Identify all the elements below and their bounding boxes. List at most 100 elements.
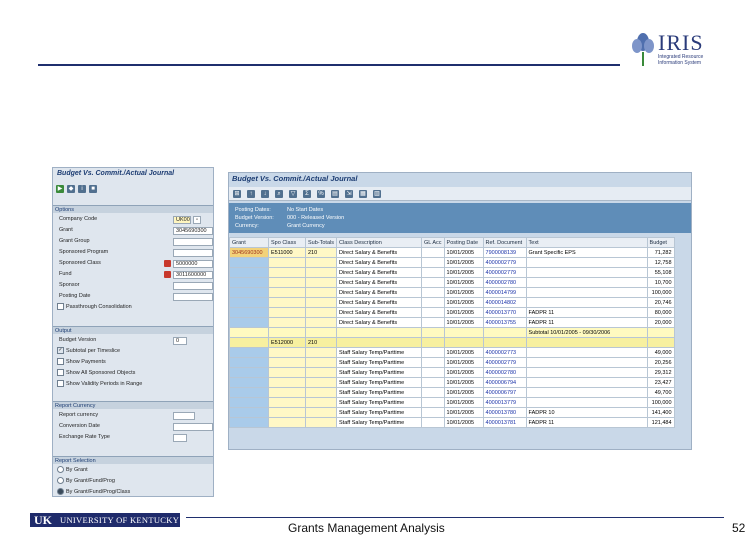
field-label: Grant [59, 227, 73, 233]
posting-date-cell: 10/01/2005 [443, 397, 484, 408]
sponsored-program-input[interactable] [173, 249, 213, 257]
sum-icon[interactable]: Σ [303, 189, 311, 198]
grant-group-input[interactable] [173, 238, 213, 246]
subtotal-icon[interactable]: % [317, 189, 325, 198]
sort-ascending-icon[interactable]: ↑ [247, 189, 255, 198]
ref-document-cell[interactable]: 4000013781 [482, 417, 527, 428]
table-row[interactable]: Direct Salary & Benefits 10/01/2005 400001… [229, 297, 675, 308]
show-all-sponsored-checkbox[interactable]: Show All Sponsored Objects [57, 369, 135, 378]
report-header-info: Posting Dates: No Start Dates Budget Ver… [229, 203, 691, 233]
details-icon[interactable]: ⊞ [233, 189, 241, 198]
ref-document-cell[interactable]: 4000013780 [482, 407, 527, 418]
multiple-selection-icon[interactable] [164, 260, 171, 267]
table-row[interactable]: Staff Salary Temp/Parttime 10/01/2005 4000… [229, 387, 675, 398]
ref-document-cell[interactable]: 4000006797 [482, 387, 527, 398]
table-row[interactable]: Staff Salary Temp/Parttime 10/01/2005 4000… [229, 357, 675, 368]
column-header[interactable]: Sub-Totals [305, 237, 337, 248]
checkbox[interactable] [57, 358, 64, 366]
table-row[interactable]: Staff Salary Temp/Parttime 10/01/2005 4000… [229, 397, 675, 408]
save-icon[interactable]: ■ [89, 185, 97, 193]
ref-document-cell[interactable]: 4000013770 [482, 307, 527, 318]
report-currency-input[interactable] [173, 412, 195, 420]
table-row[interactable]: Direct Salary & Benefits 10/01/2005 400001… [229, 317, 675, 328]
posting-date-cell: 10/01/2005 [443, 407, 484, 418]
report-output: Budget Vs. Commit./Actual Journal ⊞ ↑ ↓ … [228, 172, 692, 450]
table-row[interactable]: Staff Salary Temp/Parttime 10/01/2005 4000… [229, 377, 675, 388]
column-header[interactable]: Text [525, 237, 648, 248]
table-row[interactable]: Direct Salary & Benefits 10/01/2005 400000… [229, 267, 675, 278]
radio-selected[interactable] [57, 488, 64, 496]
radio[interactable] [57, 466, 64, 474]
class-cell [268, 297, 306, 308]
ref-document-cell[interactable]: 4000006794 [482, 377, 527, 388]
ref-document-cell[interactable]: 4000002779 [482, 267, 527, 278]
ref-document-cell[interactable]: 4000002779 [482, 257, 527, 268]
company-code-input[interactable]: UK00 [173, 216, 191, 224]
exchange-rate-type-input[interactable] [173, 434, 187, 442]
description-cell: Staff Salary Temp/Parttime [336, 357, 422, 368]
fund-input[interactable]: 3011600000 [173, 271, 213, 279]
ref-document-cell[interactable]: 7900008139 [482, 247, 527, 258]
column-header[interactable]: Posting Date [443, 237, 484, 248]
radio[interactable] [57, 477, 64, 485]
sponsor-input[interactable] [173, 282, 213, 290]
export-icon[interactable]: ⇲ [345, 189, 353, 198]
budget-version-input[interactable]: 0 [173, 337, 187, 345]
ref-document-cell[interactable] [482, 327, 527, 338]
checkbox[interactable] [57, 380, 64, 388]
passthrough-checkbox[interactable]: Passthrough Consolidation [57, 303, 132, 312]
print-icon[interactable]: ▤ [331, 189, 339, 198]
subtotal-row[interactable]: Subtotal 10/01/2005 - 09/30/2006 [229, 327, 675, 338]
sponsored-class-input[interactable]: 5000000 [173, 260, 213, 268]
table-row[interactable]: Staff Salary Temp/Parttime 10/01/2005 4000… [229, 347, 675, 358]
text-cell [525, 357, 648, 368]
table-row[interactable]: Staff Salary Temp/Parttime 10/01/2005 4000… [229, 407, 675, 418]
search-help-icon[interactable]: ▫ [193, 216, 201, 224]
show-payments-checkbox[interactable]: Show Payments [57, 358, 106, 367]
ref-document-cell[interactable]: 4000002773 [482, 347, 527, 358]
table-row[interactable]: Staff Salary Temp/Parttime 10/01/2005 4000… [229, 417, 675, 428]
find-icon[interactable]: ⌕ [275, 189, 283, 198]
conversion-date-input[interactable] [173, 423, 213, 431]
by-grant-fund-prog-class-radio[interactable]: By Grant/Fund/Prog/Class [57, 488, 130, 496]
graphic-icon[interactable]: ▥ [373, 189, 381, 198]
column-header[interactable]: Grant [229, 237, 269, 248]
checkbox[interactable] [57, 303, 64, 311]
grant-input[interactable]: 3045690300 [173, 227, 213, 235]
ref-document-cell[interactable]: 4000014799 [482, 287, 527, 298]
by-grant-radio[interactable]: By Grant [57, 466, 88, 475]
checkbox[interactable] [57, 369, 64, 377]
ref-document-cell[interactable]: 4000013779 [482, 397, 527, 408]
ref-document-cell[interactable]: 4000014802 [482, 297, 527, 308]
filter-icon[interactable]: ▽ [289, 189, 297, 198]
table-row[interactable]: Staff Salary Temp/Parttime 10/01/2005 4000… [229, 367, 675, 378]
variant-icon[interactable]: ◆ [67, 185, 75, 193]
ref-document-cell[interactable]: 4000002780 [482, 277, 527, 288]
ref-document-cell[interactable]: 4000002779 [482, 357, 527, 368]
execute-icon[interactable]: ▶ [56, 185, 64, 193]
table-row[interactable]: Direct Salary & Benefits 10/01/2005 400000… [229, 257, 675, 268]
layout-icon[interactable]: ▦ [359, 189, 367, 198]
multiple-selection-icon[interactable] [164, 271, 171, 278]
column-header[interactable]: Spo Class [268, 237, 306, 248]
table-row[interactable]: Direct Salary & Benefits 10/01/2005 400001… [229, 307, 675, 318]
ref-document-cell[interactable]: 4000013755 [482, 317, 527, 328]
table-row[interactable]: E512000 210 [229, 337, 675, 348]
column-header[interactable]: Ref. Document [482, 237, 527, 248]
column-header[interactable]: Class Description [336, 237, 422, 248]
ref-document-cell[interactable]: 4000002780 [482, 367, 527, 378]
table-row[interactable]: 3045690300 E511000 210 Direct Salary & Bene… [229, 247, 675, 258]
by-grant-fund-prog-radio[interactable]: By Grant/Fund/Prog [57, 477, 115, 486]
table-row[interactable]: Direct Salary & Benefits 10/01/2005 400001… [229, 287, 675, 298]
table-row[interactable]: Direct Salary & Benefits 10/01/2005 400000… [229, 277, 675, 288]
ref-document-cell[interactable] [482, 337, 527, 348]
column-header[interactable]: Budget [646, 237, 675, 248]
show-validity-checkbox[interactable]: Show Validity Periods in Range [57, 380, 142, 389]
subtotal-cell [305, 287, 337, 298]
checkbox-checked[interactable]: ✓ [57, 347, 64, 355]
info-icon[interactable]: i [78, 185, 86, 193]
column-header[interactable]: GL Acc [421, 237, 445, 248]
posting-date-input[interactable] [173, 293, 213, 301]
sort-descending-icon[interactable]: ↓ [261, 189, 269, 198]
subtotal-checkbox[interactable]: ✓ Subtotal per Timeslice [57, 347, 120, 356]
